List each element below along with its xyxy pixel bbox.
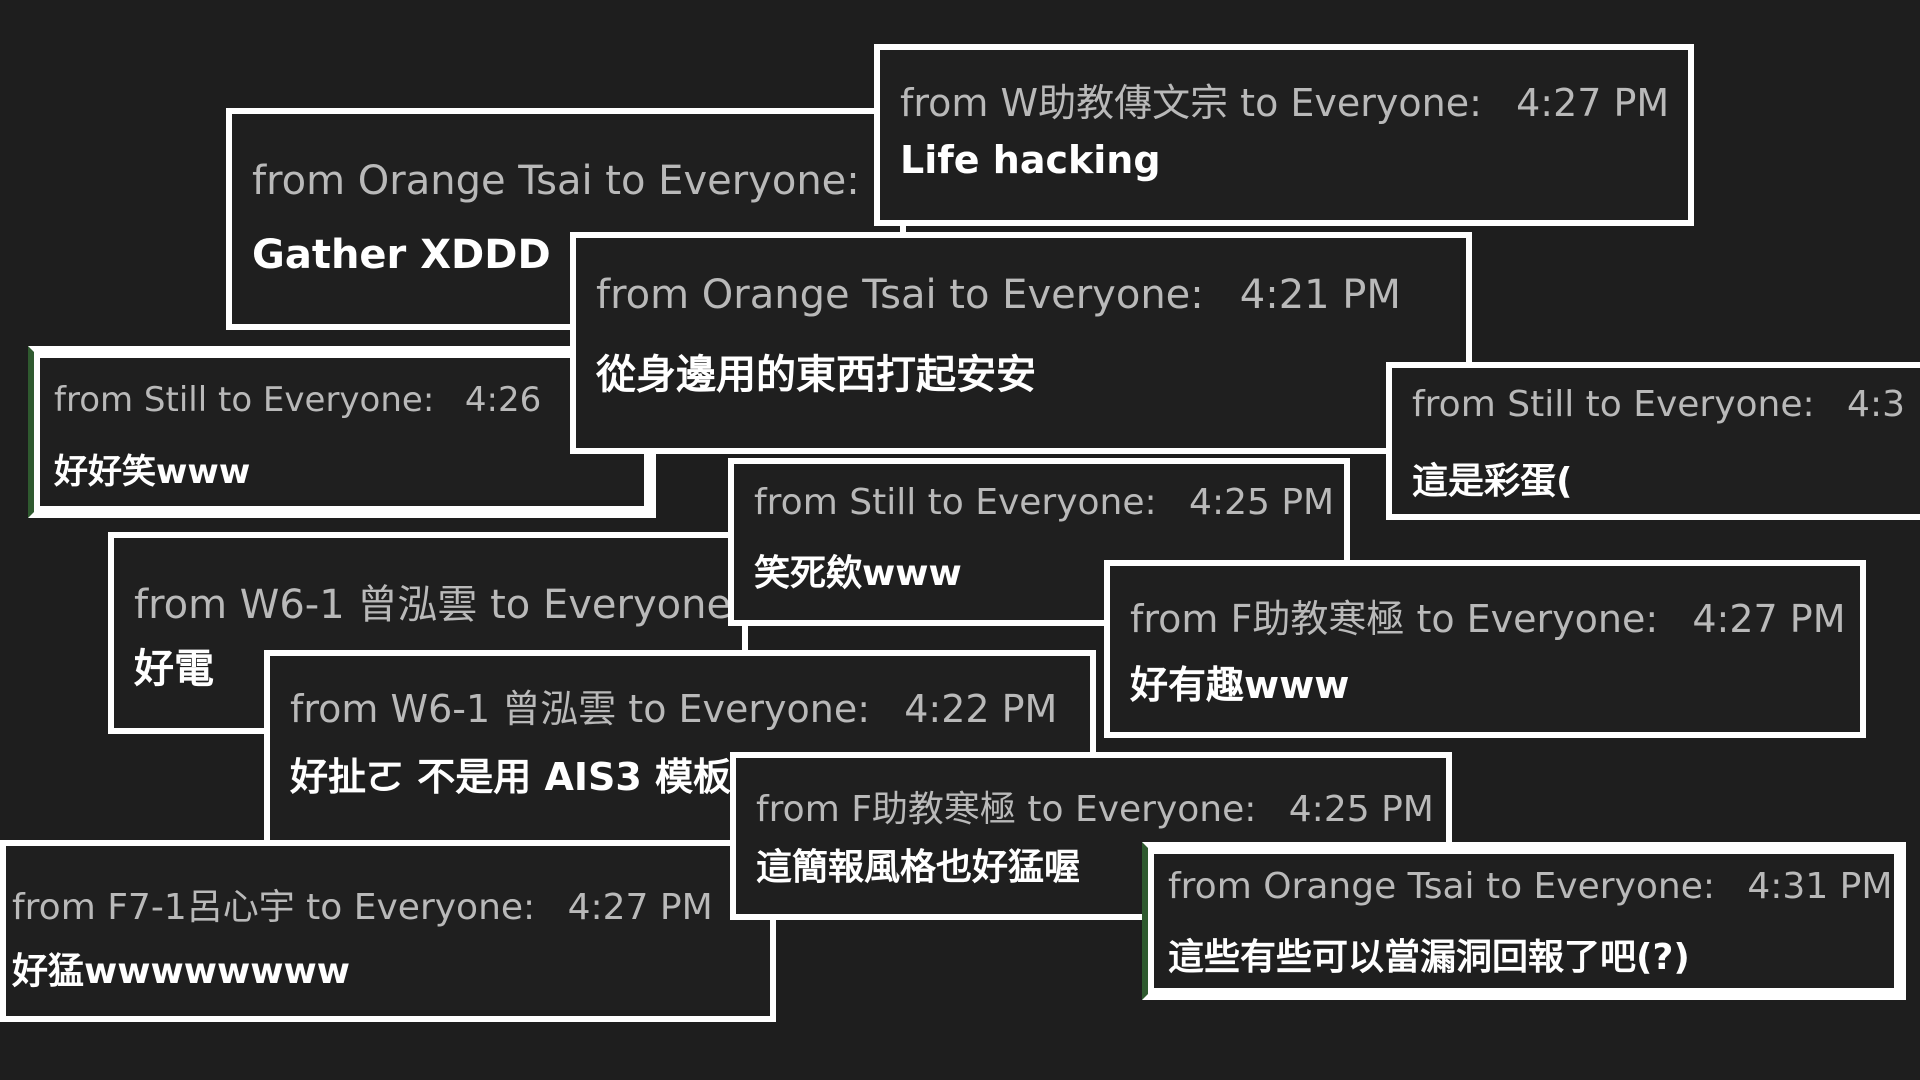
message-text: 好有趣www [1130,663,1350,707]
message-sender: from W6-1 曾泓雲 to Everyone: [290,687,871,731]
message-header: from F助教寒極 to Everyone: 4:27 PM [1130,588,1846,643]
message-header: from Orange Tsai to Everyone: 4:21 PM [596,272,1401,318]
chat-message-bubble: from W助教傳文宗 to Everyone: 4:27 PM Life hac… [874,44,1694,226]
message-time: 4:27 PM [567,887,713,928]
message-header: from Still to Everyone: 4:3 [1412,384,1905,425]
chat-message-bubble: from Orange Tsai to Everyone: 4:21 PM 從身邊… [570,232,1472,454]
message-sender: from Still to Everyone: [1412,384,1815,425]
message-header: from W助教傳文宗 to Everyone: 4:27 PM [900,72,1669,127]
message-header: from F助教寒極 to Everyone: 4:25 PM [756,780,1434,832]
message-time: 4:3 [1847,384,1905,425]
message-text: 這簡報風格也好猛喔 [756,847,1081,888]
message-sender: from Orange Tsai to Everyone: [252,158,860,204]
chat-message-bubble: from Still to Everyone: 4:26 好好笑www [28,346,656,518]
message-header: from W6-1 曾泓雲 to Everyone: 4:22 PM [290,678,1057,733]
message-time: 4:27 PM [1692,597,1846,641]
message-header: from F7-1呂心宇 to Everyone: 4:27 PM [12,878,713,930]
message-time: 4:25 PM [1288,789,1434,830]
chat-message-collage: from Orange Tsai to Everyone: Gather XDD… [0,0,1920,1080]
message-sender: from Orange Tsai to Everyone: [1168,866,1715,907]
message-sender: from Orange Tsai to Everyone: [596,272,1204,318]
message-time: 4:27 PM [1516,81,1670,125]
message-sender: from W助教傳文宗 to Everyone: [900,81,1482,125]
message-header: from Still to Everyone: 4:26 [54,380,541,420]
message-text: 這些有些可以當漏洞回報了吧(?) [1168,937,1690,978]
message-header: from Still to Everyone: 4:25 PM [754,482,1334,523]
chat-message-bubble: from Orange Tsai to Everyone: 4:31 PM 這些有… [1142,842,1906,1000]
chat-message-bubble: from F助教寒極 to Everyone: 4:27 PM 好有趣www [1104,560,1866,738]
message-header: from Orange Tsai to Everyone: 4:31 PM [1168,866,1892,907]
message-time: 4:21 PM [1239,272,1401,318]
message-sender: from Still to Everyone: [754,482,1157,523]
message-time: 4:26 [464,380,542,420]
message-time: 4:22 PM [904,687,1058,731]
message-sender: from F7-1呂心宇 to Everyone: [12,887,536,928]
message-time: 4:31 PM [1747,866,1893,907]
chat-message-bubble: from F7-1呂心宇 to Everyone: 4:27 PM 好猛wwwww… [0,840,776,1022]
message-text: 這是彩蛋( [1412,461,1573,502]
message-sender: from W6-1 曾泓雲 to Everyone: [134,582,745,628]
message-text: Gather XDDD [252,232,551,278]
message-text: 笑死欸www [754,553,962,594]
message-text: 好猛wwwwwwww [12,951,351,992]
message-text: 好電 [134,646,214,692]
message-header: from W6-1 曾泓雲 to Everyone: [134,572,745,630]
message-text: Life hacking [900,138,1161,182]
message-sender: from F助教寒極 to Everyone: [756,789,1257,830]
chat-message-bubble: from Still to Everyone: 4:3 這是彩蛋( [1386,362,1920,520]
message-sender: from Still to Everyone: [54,380,435,420]
message-time: 4:25 PM [1189,482,1335,523]
message-header: from Orange Tsai to Everyone: [252,158,896,204]
message-text: 從身邊用的東西打起安安 [596,352,1036,398]
message-text: 好扯ㄛ 不是用 AIS3 模板 [290,755,732,799]
message-text: 好好笑www [54,452,251,492]
message-sender: from F助教寒極 to Everyone: [1130,597,1659,641]
